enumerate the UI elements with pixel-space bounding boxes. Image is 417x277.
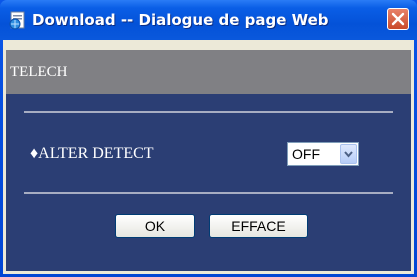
close-button[interactable] [387,8,409,30]
window-title: Download -- Dialogue de page Web [32,11,329,29]
web-page-icon [8,10,28,30]
settings-panel: ♦ALTER DETECT OFF OK EFFACE [6,94,411,271]
dropdown-button[interactable] [340,144,357,164]
alter-detect-select[interactable]: OFF [287,142,359,166]
page-title: TELECH [10,64,68,80]
dialog-window: Download -- Dialogue de page Web TELECH … [0,0,417,277]
alter-detect-value: OFF [292,146,320,162]
title-bar[interactable]: Download -- Dialogue de page Web [0,0,417,40]
close-icon [391,12,405,26]
page-header: TELECH [6,50,411,94]
clear-button[interactable]: EFFACE [209,214,308,238]
bottom-divider [24,192,393,194]
alter-detect-label: ♦ALTER DETECT [30,145,154,162]
chevron-down-icon [344,151,353,158]
ok-button[interactable]: OK [115,214,195,238]
top-divider [24,111,393,113]
